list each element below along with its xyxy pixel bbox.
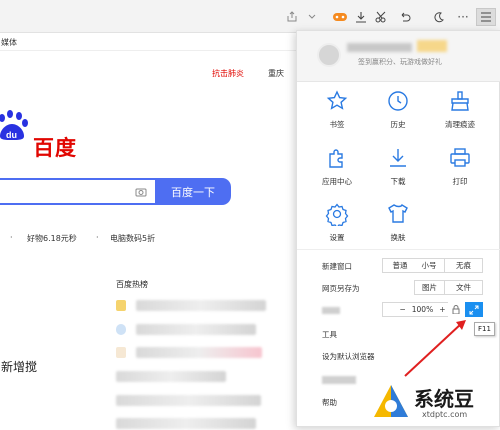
list-item[interactable] xyxy=(116,300,266,312)
username-blur xyxy=(347,43,412,52)
watermark-icon xyxy=(374,385,408,417)
download-icon xyxy=(390,149,406,167)
app-center-item[interactable]: 应用中心 xyxy=(307,146,367,187)
new-window-label: 新建窗口 xyxy=(322,262,352,271)
dot-marker: · xyxy=(10,233,13,242)
tools-item[interactable]: 工具 xyxy=(322,329,337,340)
baidu-logo-text: 百度 xyxy=(33,136,77,160)
save-page-label: 网页另存为 xyxy=(322,284,360,293)
history-item[interactable]: 历史 xyxy=(368,89,428,130)
bookmarks-item[interactable]: 书签 xyxy=(307,89,367,130)
list-item[interactable] xyxy=(116,418,266,430)
blurred-item[interactable] xyxy=(322,376,356,384)
grid-label: 设置 xyxy=(329,233,345,242)
hot-list-title: 百度热榜 xyxy=(116,280,148,289)
downloads-item[interactable]: 下载 xyxy=(368,146,428,187)
search-input[interactable] xyxy=(0,178,155,205)
new-feature-text: 新增搅 xyxy=(1,360,38,374)
broom-icon xyxy=(451,91,469,111)
user-subtitle: 签到赢积分、玩游戏做好礼 xyxy=(358,58,442,66)
more-icon[interactable]: ··· xyxy=(455,9,471,25)
avatar[interactable] xyxy=(317,43,341,67)
scissors-icon[interactable] xyxy=(374,9,390,25)
print-item[interactable]: 打印 xyxy=(430,146,490,187)
grid-label: 打印 xyxy=(452,177,468,186)
star-icon xyxy=(326,90,348,110)
menu-divider xyxy=(297,249,500,250)
share-icon[interactable] xyxy=(284,9,300,25)
grid-label: 书签 xyxy=(329,120,345,129)
lock-icon xyxy=(452,305,460,314)
zoom-value: 100% xyxy=(411,305,434,314)
undo-icon[interactable] xyxy=(397,9,413,25)
settings-item[interactable]: 设置 xyxy=(307,202,367,243)
watermark-text: 系统豆 xyxy=(414,387,474,411)
fullscreen-button[interactable] xyxy=(465,302,483,317)
list-item[interactable] xyxy=(116,395,266,407)
chevron-down-icon[interactable] xyxy=(304,9,320,25)
vip-badge xyxy=(417,40,447,52)
bookmark-item[interactable]: 媒体 xyxy=(1,37,17,48)
new-window-normal-button[interactable]: 普通 xyxy=(382,258,418,273)
shirt-icon xyxy=(388,204,408,223)
grid-label: 清理痕迹 xyxy=(445,120,475,129)
grid-label: 换肤 xyxy=(390,233,406,242)
moon-icon[interactable] xyxy=(431,9,447,25)
svg-text:du: du xyxy=(6,130,17,140)
gear-icon xyxy=(325,203,349,226)
hot-link[interactable]: 电脑数码5折 xyxy=(110,233,155,244)
new-window-incognito-button[interactable]: 无痕 xyxy=(445,258,483,273)
hot-link[interactable]: 好物6.18元秒 xyxy=(27,233,77,244)
puzzle-icon xyxy=(329,149,343,168)
baidu-paw-icon: du xyxy=(0,110,28,140)
clear-traces-item[interactable]: 清理痕迹 xyxy=(430,89,490,130)
menu-icon[interactable] xyxy=(476,8,496,26)
browser-toolbar: ··· xyxy=(0,0,500,33)
list-item[interactable] xyxy=(116,347,266,359)
f11-tooltip: F11 xyxy=(474,322,495,336)
lock-zoom-button[interactable] xyxy=(448,302,464,317)
grid-label: 历史 xyxy=(390,120,406,129)
download-icon[interactable] xyxy=(353,9,369,25)
save-as-file-button[interactable]: 文件 xyxy=(445,280,483,295)
list-item[interactable] xyxy=(116,324,266,336)
watermark-logo: 系统豆 xtdptc.com xyxy=(370,377,500,427)
zoom-label-blur xyxy=(322,307,340,314)
clock-icon xyxy=(388,91,408,111)
printer-icon xyxy=(450,148,470,167)
help-item[interactable]: 帮助 xyxy=(322,397,337,408)
save-as-image-button[interactable]: 图片 xyxy=(414,280,445,295)
red-link[interactable]: 抗击肺炎 xyxy=(212,68,244,79)
new-window-small-button[interactable]: 小号 xyxy=(414,258,445,273)
list-item[interactable] xyxy=(116,371,266,383)
skin-item[interactable]: 换肤 xyxy=(368,202,428,243)
dot-marker: · xyxy=(96,233,99,242)
browser-main-menu: 签到赢积分、玩游戏做好礼 书签 历史 清理痕迹 应用中心 下载 打印 设置 换肤… xyxy=(296,30,500,427)
camera-icon[interactable] xyxy=(135,187,147,197)
city-label[interactable]: 重庆 xyxy=(268,68,284,79)
grid-label: 应用中心 xyxy=(322,177,352,186)
expand-icon xyxy=(469,305,479,314)
set-default-browser-item[interactable]: 设为默认浏览器 xyxy=(322,351,375,362)
zoom-out-button[interactable]: − xyxy=(399,305,405,314)
game-icon[interactable] xyxy=(332,9,348,25)
watermark-url: xtdptc.com xyxy=(422,410,468,419)
user-panel[interactable]: 签到赢积分、玩游戏做好礼 xyxy=(297,31,500,82)
zoom-in-button[interactable]: + xyxy=(439,305,445,314)
grid-label: 下载 xyxy=(390,177,406,186)
search-button[interactable]: 百度一下 xyxy=(155,178,231,205)
